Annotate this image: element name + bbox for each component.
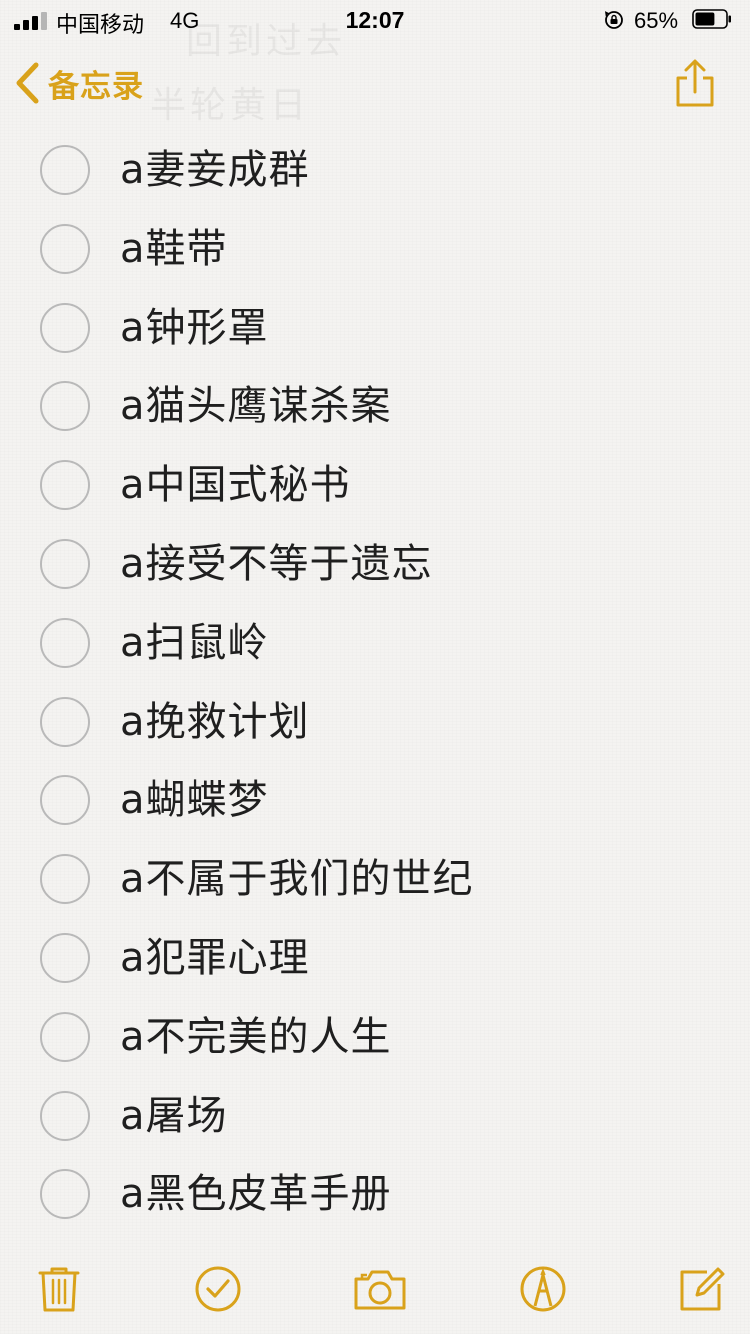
checklist-checkbox[interactable] <box>40 302 90 353</box>
checklist-item[interactable]: a蝴蝶梦 <box>0 762 750 841</box>
markup-icon[interactable] <box>518 1264 568 1314</box>
checklist-item[interactable]: a猫头鹰谋杀案 <box>0 368 750 447</box>
checklist-item[interactable]: a鞋带 <box>0 211 750 290</box>
battery-percent: 65% <box>634 8 679 33</box>
checklist-item-label[interactable]: a中国式秘书 <box>120 461 351 509</box>
checklist-item-label[interactable]: a不属于我们的世纪 <box>120 855 474 903</box>
battery-icon <box>692 9 731 29</box>
checklist: a妻妾成群 a鞋带 a钟形罩 a猫头鹰谋杀案 a中国式秘书 a接受不等于遗忘 a扫鼠岭 a挽救… <box>0 132 750 1235</box>
checklist-item-label[interactable]: a黑色皮革手册 <box>120 1170 392 1218</box>
navigation-bar: 回到过去 备忘录 半轮黄日 <box>0 21 750 128</box>
checklist-checkbox[interactable] <box>40 223 90 274</box>
checklist-item-label[interactable]: a猫头鹰谋杀案 <box>120 382 392 430</box>
checklist-item-label[interactable]: a妻妾成群 <box>120 146 310 194</box>
share-icon[interactable] <box>672 58 718 108</box>
trash-icon[interactable] <box>34 1264 84 1314</box>
checklist-icon[interactable] <box>193 1264 243 1314</box>
checklist-item[interactable]: a黑色皮革手册 <box>0 1156 750 1235</box>
checklist-item-label[interactable]: a钟形罩 <box>120 304 269 352</box>
checklist-item-label[interactable]: a鞋带 <box>120 225 228 273</box>
checklist-checkbox[interactable] <box>40 1169 90 1220</box>
checklist-item[interactable]: a接受不等于遗忘 <box>0 526 750 605</box>
camera-icon[interactable] <box>353 1264 407 1314</box>
faded-note-title: 半轮黄日 <box>150 85 311 126</box>
checklist-checkbox[interactable] <box>40 932 90 983</box>
compose-icon[interactable] <box>677 1264 727 1314</box>
checklist-item[interactable]: a屠场 <box>0 1078 750 1157</box>
checklist-item[interactable]: a不属于我们的世纪 <box>0 841 750 920</box>
checklist-checkbox[interactable] <box>40 1011 90 1062</box>
checklist-item[interactable]: a钟形罩 <box>0 290 750 369</box>
checklist-item[interactable]: a挽救计划 <box>0 684 750 763</box>
checklist-item-label[interactable]: a犯罪心理 <box>120 934 310 982</box>
orientation-lock-icon <box>604 11 623 29</box>
checklist-item-label[interactable]: a蝴蝶梦 <box>120 776 269 824</box>
checklist-item[interactable]: a扫鼠岭 <box>0 605 750 684</box>
checklist-item-label[interactable]: a挽救计划 <box>120 698 310 746</box>
faded-background-text: 回到过去 <box>186 21 347 62</box>
checklist-item[interactable]: a犯罪心理 <box>0 920 750 999</box>
checklist-checkbox[interactable] <box>40 145 90 195</box>
back-button[interactable]: 备忘录 <box>14 58 144 108</box>
back-button-label: 备忘录 <box>48 68 144 105</box>
checklist-checkbox[interactable] <box>40 460 90 511</box>
checklist-item[interactable]: a中国式秘书 <box>0 447 750 526</box>
checklist-item[interactable]: a不完美的人生 <box>0 999 750 1078</box>
checklist-checkbox[interactable] <box>40 854 90 905</box>
checklist-item-label[interactable]: a屠场 <box>120 1092 228 1140</box>
checklist-item[interactable]: a妻妾成群 <box>0 132 750 211</box>
checklist-item-label[interactable]: a接受不等于遗忘 <box>120 540 433 588</box>
checklist-checkbox[interactable] <box>40 696 90 747</box>
status-bar: 中国移动 4G 12:07 65% <box>0 0 750 40</box>
checklist-checkbox[interactable] <box>40 775 90 826</box>
checklist-checkbox[interactable] <box>40 538 90 589</box>
bottom-toolbar <box>0 1246 750 1334</box>
checklist-item-label[interactable]: a扫鼠岭 <box>120 619 269 667</box>
chevron-left-icon <box>16 62 39 104</box>
checklist-checkbox[interactable] <box>40 381 90 432</box>
checklist-checkbox[interactable] <box>40 617 90 668</box>
checklist-item-label[interactable]: a不完美的人生 <box>120 1013 392 1061</box>
checklist-checkbox[interactable] <box>40 1090 90 1141</box>
